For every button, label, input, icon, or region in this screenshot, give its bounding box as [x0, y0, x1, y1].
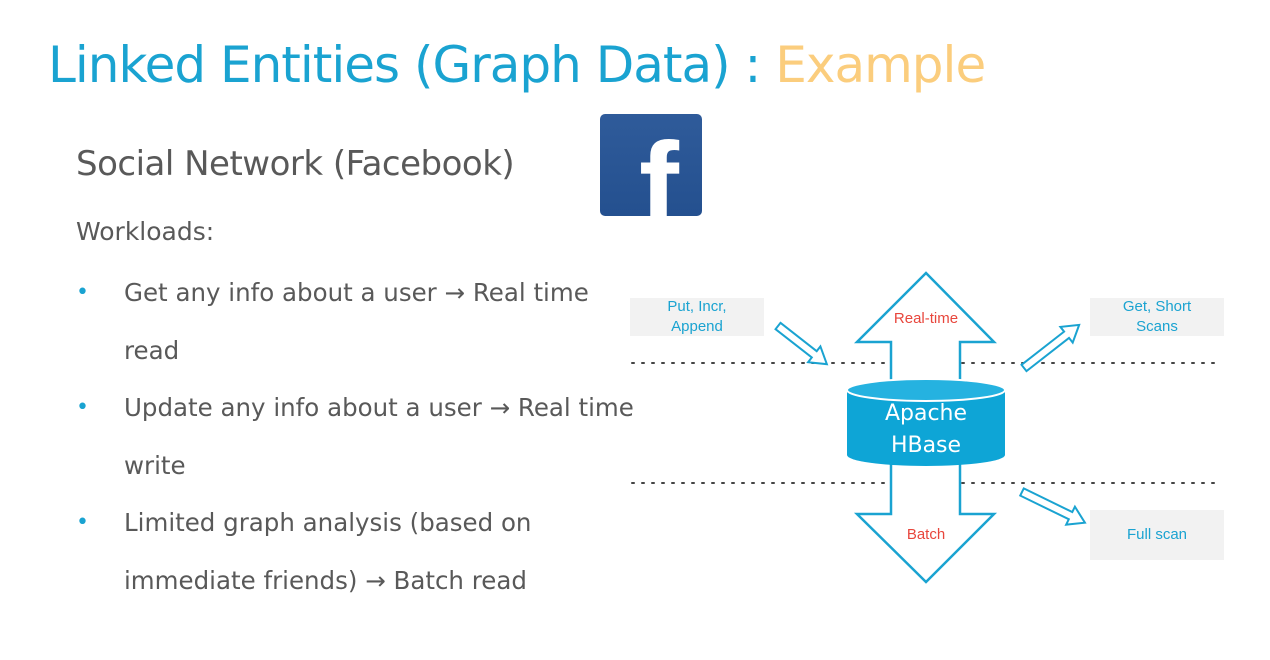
write-ops-line1: Put, Incr,: [667, 298, 727, 315]
batch-arrow: [853, 448, 998, 584]
read-arrow: [1020, 323, 1081, 373]
realtime-label: Real-time: [893, 310, 959, 327]
write-ops-line2: Append: [671, 318, 723, 335]
full-scan-box: Full scan: [1090, 510, 1224, 560]
batch-label: Batch: [906, 526, 946, 543]
read-ops-box: Get, Short Scans: [1090, 298, 1224, 336]
hbase-label-line2: HBase: [890, 433, 962, 458]
realtime-arrow: [853, 271, 997, 394]
scan-arrow: [1018, 487, 1087, 526]
read-ops-line2: Scans: [1136, 318, 1178, 335]
write-ops-box: Put, Incr, Append: [630, 298, 764, 336]
hbase-label: Apache HBase: [847, 398, 1005, 462]
read-ops-line1: Get, Short: [1122, 298, 1192, 315]
hbase-diagram: Put, Incr, Append Get, Short Scans Full sc…: [0, 0, 1270, 660]
hbase-label-line1: Apache: [884, 401, 968, 426]
